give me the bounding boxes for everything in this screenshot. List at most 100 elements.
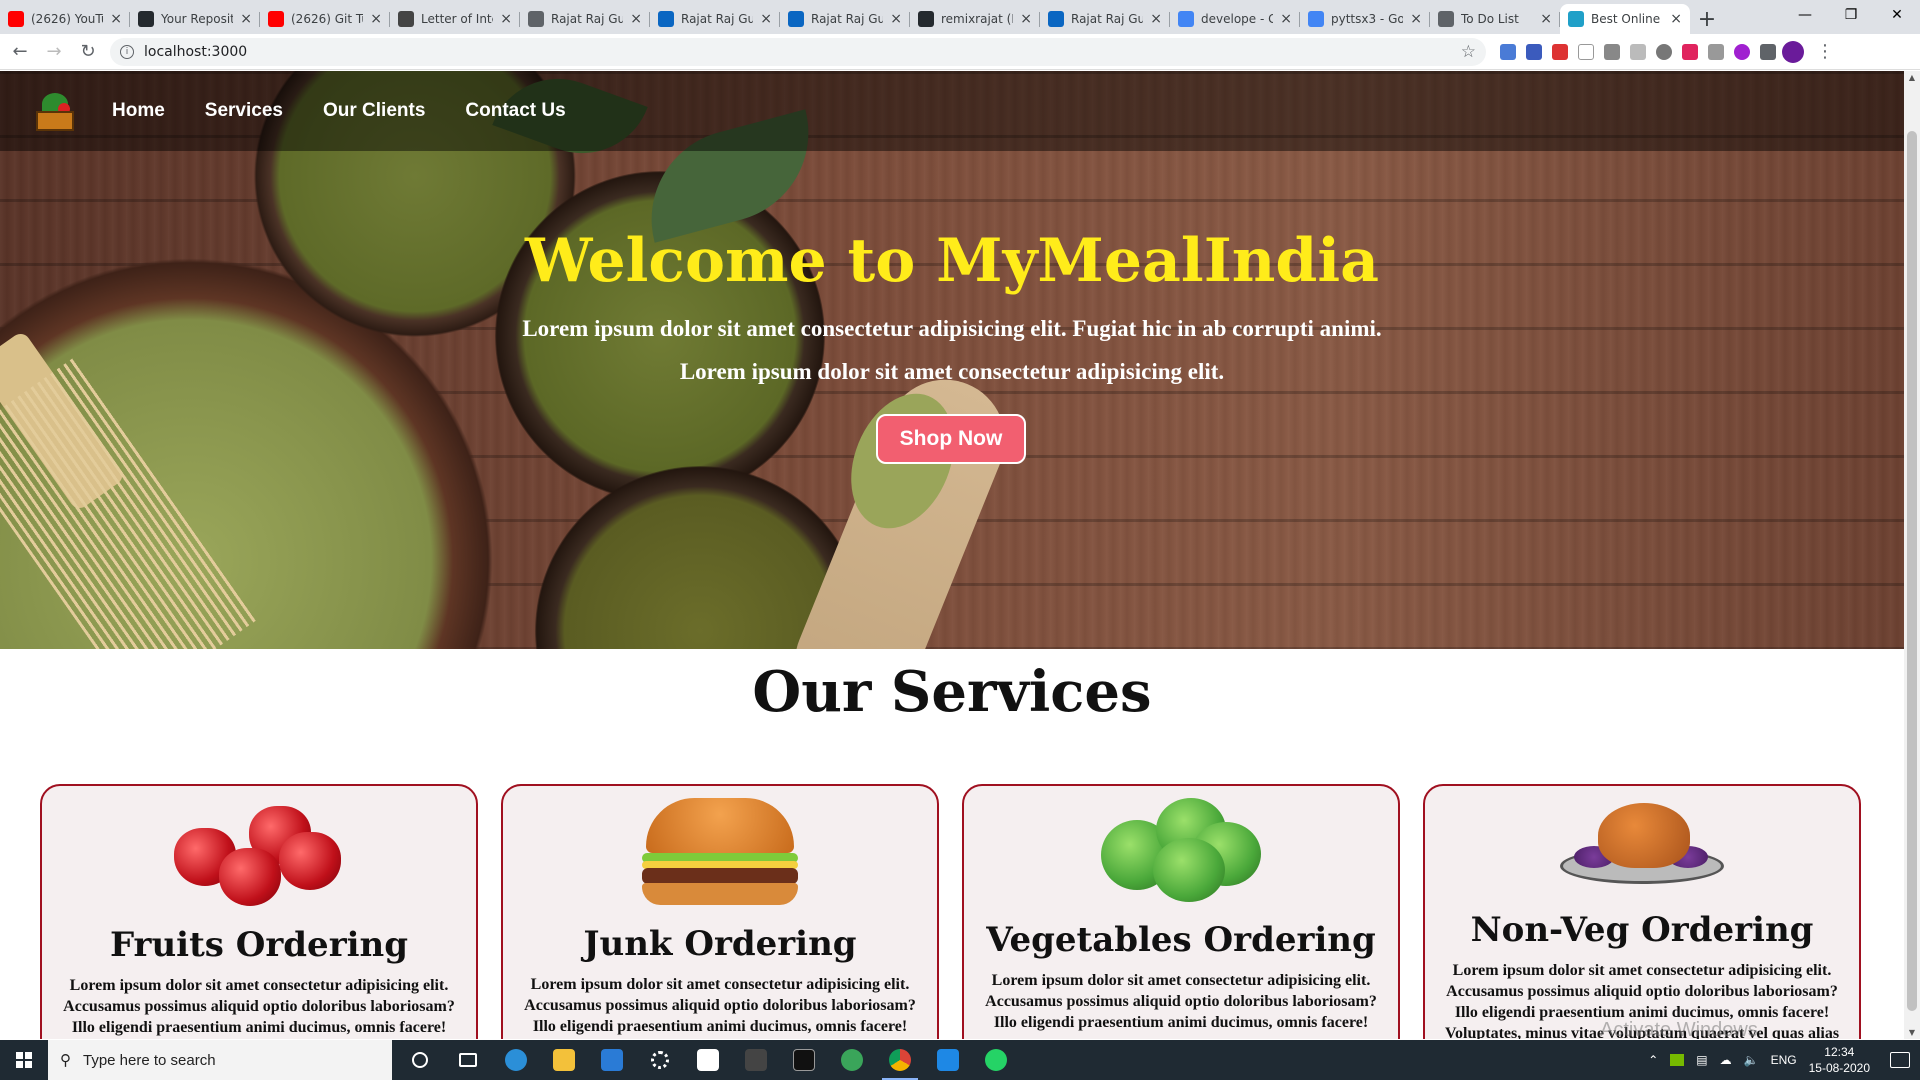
edge-icon[interactable]: [492, 1040, 540, 1080]
scroll-down-arrow-icon[interactable]: ▼: [1904, 1028, 1920, 1037]
browser-tab[interactable]: Letter of Intent ×: [390, 4, 520, 34]
task-view-icon[interactable]: [444, 1040, 492, 1080]
tab-title: develope - Google: [1201, 12, 1274, 26]
hindi-extension-icon[interactable]: [1578, 43, 1594, 60]
close-tab-icon[interactable]: ×: [1150, 11, 1162, 27]
maximize-icon[interactable]: ❐: [1828, 0, 1874, 30]
file-explorer-icon[interactable]: [540, 1040, 588, 1080]
taskbar-clock[interactable]: 12:34 15-08-2020: [1809, 1044, 1870, 1076]
vscode-icon[interactable]: [924, 1040, 972, 1080]
notification-icon[interactable]: [1890, 1052, 1910, 1068]
nvidia-icon[interactable]: [1670, 1054, 1685, 1066]
browser-tab[interactable]: To Do List ×: [1430, 4, 1560, 34]
reload-icon[interactable]: ↻: [74, 38, 102, 66]
translate-extension-icon[interactable]: [1500, 43, 1516, 60]
extension-icon[interactable]: [1526, 43, 1542, 60]
activate-windows-watermark: Activate Windows: [1600, 1019, 1758, 1039]
service-card-fruits[interactable]: Fruits Ordering Lorem ipsum dolor sit am…: [40, 784, 478, 1039]
burger-icon: [638, 798, 802, 910]
google-icon: [1178, 11, 1194, 27]
forward-icon[interactable]: →: [40, 38, 68, 66]
cortana-icon[interactable]: [396, 1040, 444, 1080]
extension-icon[interactable]: [1630, 43, 1646, 60]
close-tab-icon[interactable]: ×: [1670, 11, 1682, 27]
language-indicator[interactable]: ENG: [1771, 1053, 1797, 1067]
pen-app-icon[interactable]: [732, 1040, 780, 1080]
volume-icon[interactable]: 🔈: [1744, 1053, 1759, 1067]
scrollbar-thumb[interactable]: [1907, 131, 1917, 1011]
extension-icon[interactable]: [1552, 43, 1568, 60]
nav-home[interactable]: Home: [112, 100, 165, 122]
close-tab-icon[interactable]: ×: [500, 11, 512, 27]
close-tab-icon[interactable]: ×: [1020, 11, 1032, 27]
logo-basket: [36, 111, 74, 131]
extension-icon[interactable]: [1656, 43, 1672, 60]
page-scrollbar[interactable]: ▲ ▼: [1904, 71, 1920, 1039]
browser-tab[interactable]: remixrajat (Rajat) ×: [910, 4, 1040, 34]
nav-our-clients[interactable]: Our Clients: [323, 100, 425, 122]
start-button[interactable]: [0, 1040, 48, 1080]
whatsapp-icon[interactable]: [972, 1040, 1020, 1080]
close-tab-icon[interactable]: ×: [760, 11, 772, 27]
github-icon: [138, 11, 154, 27]
linkedin-icon: [788, 11, 804, 27]
close-tab-icon[interactable]: ×: [240, 11, 252, 27]
browser-tab[interactable]: Rajat Raj Gupta ×: [520, 4, 650, 34]
browser-tab[interactable]: Your Repositories ×: [130, 4, 260, 34]
minimize-icon[interactable]: —: [1782, 0, 1828, 30]
wifi-icon[interactable]: ☁: [1720, 1053, 1732, 1067]
clock-time: 12:34: [1824, 1045, 1855, 1059]
site-info-icon[interactable]: i: [120, 44, 134, 59]
chrome-icon[interactable]: [876, 1040, 924, 1080]
extension-icon[interactable]: [1604, 43, 1620, 60]
site-logo[interactable]: [32, 89, 76, 133]
close-tab-icon[interactable]: ×: [370, 11, 382, 27]
close-window-icon[interactable]: ✕: [1874, 0, 1920, 30]
bookmark-star-icon[interactable]: ☆: [1461, 42, 1476, 62]
close-tab-icon[interactable]: ×: [1540, 11, 1552, 27]
service-card-vegetables[interactable]: Vegetables Ordering Lorem ipsum dolor si…: [962, 784, 1400, 1039]
network-icon[interactable]: ▤: [1696, 1053, 1707, 1067]
browser-tab[interactable]: Best Online ×: [1560, 4, 1690, 34]
close-tab-icon[interactable]: ×: [110, 11, 122, 27]
tab-title: remixrajat (Rajat): [941, 12, 1013, 26]
clock-date: 15-08-2020: [1808, 1061, 1870, 1075]
settings-icon[interactable]: [636, 1040, 684, 1080]
shop-now-button[interactable]: Shop Now: [876, 414, 1026, 464]
hero-subtitle: Lorem ipsum dolor sit amet consectetur a…: [679, 359, 1225, 384]
windows-taskbar: ⚲ Type here to search ⌃ ▤ ☁ 🔈 ENG 12:34 …: [0, 1040, 1920, 1080]
extension-icon[interactable]: [1734, 43, 1750, 60]
close-tab-icon[interactable]: ×: [630, 11, 642, 27]
close-tab-icon[interactable]: ×: [1280, 11, 1292, 27]
profile-avatar[interactable]: [1782, 40, 1804, 63]
windows-logo-icon: [16, 1052, 32, 1068]
browser-tab[interactable]: (2626) Git Tutorial ×: [260, 4, 390, 34]
browser-tab[interactable]: Rajat Raj Gupta ×: [1040, 4, 1170, 34]
new-tab-button[interactable]: +: [1690, 4, 1724, 34]
terminal-icon[interactable]: [780, 1040, 828, 1080]
browser-tab[interactable]: Rajat Raj Gupta ×: [650, 4, 780, 34]
scroll-up-arrow-icon[interactable]: ▲: [1904, 73, 1920, 82]
extension-icon[interactable]: [1708, 43, 1724, 60]
back-icon[interactable]: ←: [6, 38, 34, 66]
nav-contact-us[interactable]: Contact Us: [465, 100, 565, 122]
close-tab-icon[interactable]: ×: [1410, 11, 1422, 27]
browser-tab[interactable]: (2626) YouTube ×: [0, 4, 130, 34]
browser-tab[interactable]: pyttsx3 - Google ×: [1300, 4, 1430, 34]
chrome-menu-icon[interactable]: ⋮: [1816, 41, 1834, 62]
puzzle-extensions-icon[interactable]: [1760, 43, 1776, 60]
tray-chevron-icon[interactable]: ⌃: [1648, 1053, 1658, 1067]
service-card-junk[interactable]: Junk Ordering Lorem ipsum dolor sit amet…: [501, 784, 939, 1039]
close-tab-icon[interactable]: ×: [890, 11, 902, 27]
url-input[interactable]: i localhost:3000 ☆: [110, 37, 1486, 66]
service-card-non-veg[interactable]: Non-Veg Ordering Lorem ipsum dolor sit a…: [1423, 784, 1861, 1039]
store-icon[interactable]: [684, 1040, 732, 1080]
browser-tab[interactable]: develope - Google ×: [1170, 4, 1300, 34]
mail-icon[interactable]: [588, 1040, 636, 1080]
globe-icon: [528, 11, 544, 27]
nav-services[interactable]: Services: [205, 100, 283, 122]
browser-tab[interactable]: Rajat Raj Gupta ×: [780, 4, 910, 34]
taskbar-search-box[interactable]: ⚲ Type here to search: [48, 1040, 392, 1080]
chrome-green-icon[interactable]: [828, 1040, 876, 1080]
extension-icon[interactable]: [1682, 43, 1698, 60]
